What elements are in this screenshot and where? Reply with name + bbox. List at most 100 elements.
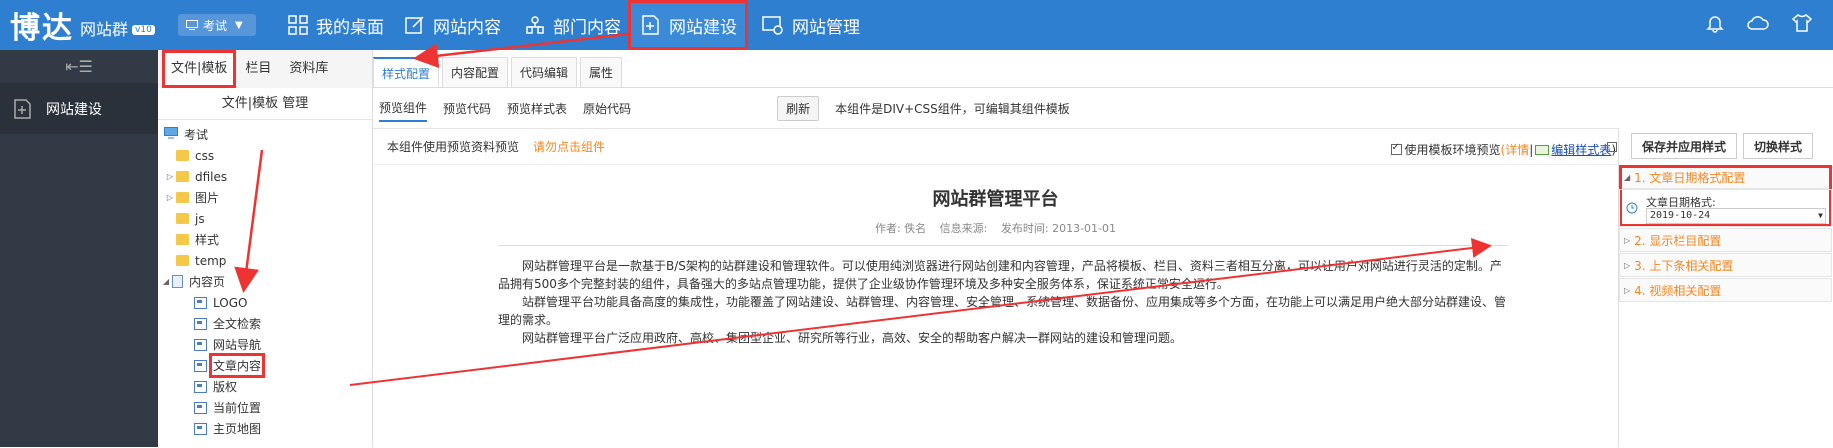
page-icon — [172, 275, 183, 288]
tree-tabs: 文件|模板 栏目 资料库 — [158, 50, 372, 88]
tree-node-component[interactable]: 主页地图 — [158, 418, 372, 439]
folder-icon — [176, 213, 189, 224]
env-preview: 使用模板环境预览 (详情| 编辑样式表) — [1390, 141, 1616, 158]
details-link[interactable]: 详情 — [1505, 141, 1529, 158]
preview-tab-component[interactable]: 预览组件 — [379, 95, 428, 122]
separator: | — [1529, 142, 1534, 157]
collapsed-arrow-icon: ▷ — [1624, 235, 1631, 245]
section-title: 2. 显示栏目配置 — [1634, 233, 1722, 248]
panel-buttons: 保存并应用样式 切换样式 — [1607, 128, 1833, 164]
tree-node-label: 考试 — [184, 128, 209, 142]
tree-node-folder[interactable]: ▷ dfiles — [158, 166, 372, 187]
canvas-bar: 本组件使用预览资料预览 请勿点击组件 使用模板环境预览 (详情| 编辑样式表) — [373, 129, 1618, 165]
main-sidebar: ⇤☰ 网站建设 — [0, 50, 158, 447]
section-video[interactable]: ▷ 4. 视频相关配置 — [1619, 278, 1832, 302]
tree-node-site[interactable]: 考试 — [158, 124, 372, 145]
section-show-column[interactable]: ▷ 2. 显示栏目配置 — [1619, 228, 1832, 252]
tree-node-folder[interactable]: js — [158, 208, 372, 229]
site-selector[interactable]: 考试 ▼ — [178, 14, 256, 36]
tab-content-config[interactable]: 内容配置 — [442, 57, 509, 87]
preview-tab-raw-code[interactable]: 原始代码 — [583, 96, 631, 121]
tree-node-label: 样式 — [195, 233, 220, 247]
editor-tabs: 样式配置 内容配置 代码编辑 属性 — [373, 50, 1833, 88]
folder-icon — [176, 150, 189, 161]
preview-canvas: 本组件使用预览资料预览 请勿点击组件 使用模板环境预览 (详情| 编辑样式表) … — [373, 128, 1618, 448]
tab-properties[interactable]: 属性 — [580, 57, 623, 87]
tree-node-folder[interactable]: ▷ 图片 — [158, 187, 372, 208]
date-format-select[interactable]: 2019-10-24 ▼ — [1646, 208, 1826, 224]
tree-node-folder[interactable]: temp — [158, 250, 372, 271]
site-selector-label: 考试 — [203, 18, 228, 33]
tree-node-component[interactable]: 当前位置 — [158, 397, 372, 418]
manage-icon — [762, 16, 783, 35]
preview-tab-stylesheet[interactable]: 预览样式表 — [507, 96, 567, 121]
tree-node-label: LOGO — [213, 295, 248, 310]
tab-file-template[interactable]: 文件|模板 — [162, 50, 237, 88]
editor-area: 样式配置 内容配置 代码编辑 属性 预览组件 预览代码 预览样式表 原始代码 刷… — [373, 50, 1833, 448]
tab-code-edit[interactable]: 代码编辑 — [511, 57, 578, 87]
preview-toolbar: 预览组件 预览代码 预览样式表 原始代码 刷新 本组件是DIV+CSS组件，可编… — [373, 88, 1833, 128]
tree-node-label: temp — [195, 253, 227, 268]
config-sections: ◢ 1. 文章日期格式配置 文章日期格式: 2019-10-24 ▼ ▷ 2. 显示栏… — [1619, 165, 1832, 302]
tree-node-label: 全文检索 — [213, 317, 262, 331]
tree-node-folder[interactable]: css — [158, 145, 372, 166]
refresh-button[interactable]: 刷新 — [777, 95, 820, 121]
maximize-icon[interactable] — [1607, 142, 1617, 152]
tree-node-label: 内容页 — [189, 275, 226, 289]
article-preview: 网站群管理平台 作者: 佚名 信息来源: 发布时间: 2013-01-01 网站… — [373, 165, 1618, 448]
clock-icon — [1626, 202, 1638, 214]
tree-node-folder[interactable]: 样式 — [158, 229, 372, 250]
save-apply-style-button[interactable]: 保存并应用样式 — [1631, 133, 1738, 159]
tree-node-page[interactable]: ◢ 内容页 — [158, 271, 372, 292]
edit-stylesheet-link[interactable]: 编辑样式表 — [1551, 141, 1611, 158]
section-prev-next[interactable]: ▷ 3. 上下条相关配置 — [1619, 253, 1832, 277]
tree-node-label: dfiles — [195, 169, 228, 184]
nav-site-manage[interactable]: 网站管理 — [762, 0, 860, 50]
tree-node-component[interactable]: 网站导航 — [158, 334, 372, 355]
switch-style-button[interactable]: 切换样式 — [1743, 133, 1814, 159]
tab-column[interactable]: 栏目 — [236, 50, 280, 88]
component-icon — [194, 317, 207, 330]
collapse-icon[interactable]: ◢ — [160, 277, 172, 286]
component-icon — [194, 401, 207, 414]
stylesheet-icon — [1535, 144, 1550, 155]
env-preview-checkbox[interactable] — [1390, 142, 1402, 155]
sidebar-item-site-build[interactable]: 网站建设 — [0, 84, 158, 134]
component-icon — [194, 380, 207, 393]
tree-node-component[interactable]: LOGO — [158, 292, 372, 313]
component-icon — [194, 422, 207, 435]
caret-down-icon: ▼ — [1818, 211, 1823, 220]
nav-department-content[interactable]: 部门内容 — [525, 0, 621, 50]
article-date: 发布时间: 2013-01-01 — [1000, 222, 1117, 235]
collapse-menu-icon[interactable]: ⇤☰ — [0, 50, 158, 84]
shirt-icon[interactable] — [1791, 13, 1813, 33]
tree-node-component[interactable]: 全文检索 — [158, 313, 372, 334]
build-icon — [642, 15, 659, 35]
cloud-icon[interactable] — [1747, 13, 1769, 33]
collapsed-arrow-icon: ▷ — [1624, 260, 1631, 270]
nav-label: 网站内容 — [433, 17, 501, 38]
bell-icon[interactable] — [1705, 13, 1725, 33]
preview-tab-code[interactable]: 预览代码 — [443, 96, 491, 121]
nav-site-content[interactable]: 网站内容 — [405, 0, 501, 50]
expand-icon[interactable]: ▷ — [164, 172, 176, 181]
nav-my-desktop[interactable]: 我的桌面 — [288, 0, 384, 50]
tab-library[interactable]: 资料库 — [280, 50, 337, 88]
tree-node-label: 文章内容 — [208, 353, 266, 378]
department-icon — [526, 16, 544, 34]
section-body: 文章日期格式: 2019-10-24 ▼ — [1619, 189, 1832, 227]
article-title: 网站群管理平台 — [932, 189, 1059, 210]
tab-style-config[interactable]: 样式配置 — [373, 57, 440, 87]
section-header[interactable]: ◢ 1. 文章日期格式配置 — [1619, 165, 1832, 189]
tree-node-component-selected[interactable]: 文章内容 — [158, 353, 372, 378]
section-title: 3. 上下条相关配置 — [1634, 258, 1734, 273]
tree-node-label: 图片 — [195, 191, 220, 205]
tree-node-component[interactable]: 版权 — [158, 376, 372, 397]
nav-site-build[interactable]: 网站建设 — [628, 0, 748, 50]
article-paragraph: 网站群管理平台广泛应用政府、高校、集团型企业、研究所等行业，高效、安全的帮助客户… — [522, 331, 1183, 345]
expand-icon[interactable]: ▷ — [164, 193, 176, 202]
canvas-note: 本组件使用预览资料预览 — [387, 140, 520, 154]
article-meta: 作者: 佚名 信息来源: 发布时间: 2013-01-01 — [373, 220, 1618, 236]
top-bar: 博达 网站群 v10 考试 ▼ 我的桌面 网站内容 部门内容 网站建设 网站管理 — [0, 0, 1833, 50]
monitor-icon — [164, 127, 178, 142]
